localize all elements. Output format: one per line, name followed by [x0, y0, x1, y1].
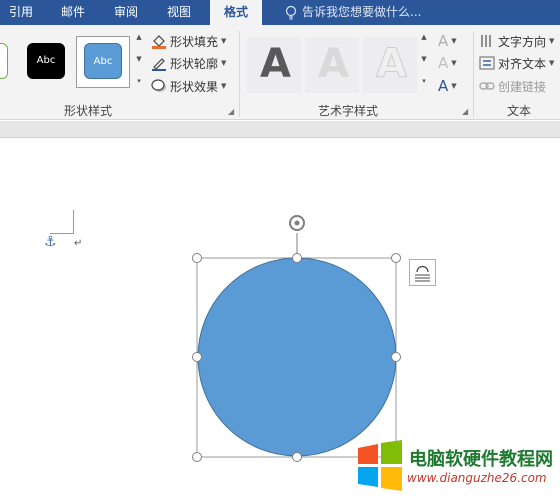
layout-options-icon [415, 265, 430, 282]
resize-handle[interactable] [391, 253, 401, 263]
resize-handle[interactable] [391, 352, 401, 362]
windows-logo-icon [358, 440, 402, 491]
resize-handle[interactable] [292, 253, 302, 263]
shape-canvas [192, 215, 401, 462]
watermark-title: 电脑软硬件教程网 [409, 449, 553, 470]
resize-handle[interactable] [292, 452, 302, 462]
resize-handle[interactable] [192, 253, 202, 263]
circle-shape[interactable] [197, 257, 397, 457]
resize-handle[interactable] [192, 452, 202, 462]
rotate-handle-icon[interactable] [289, 215, 305, 231]
layout-options-button[interactable] [409, 259, 436, 286]
watermark-url: www.dianguzhe26.com [407, 471, 547, 485]
resize-handle[interactable] [192, 352, 202, 362]
